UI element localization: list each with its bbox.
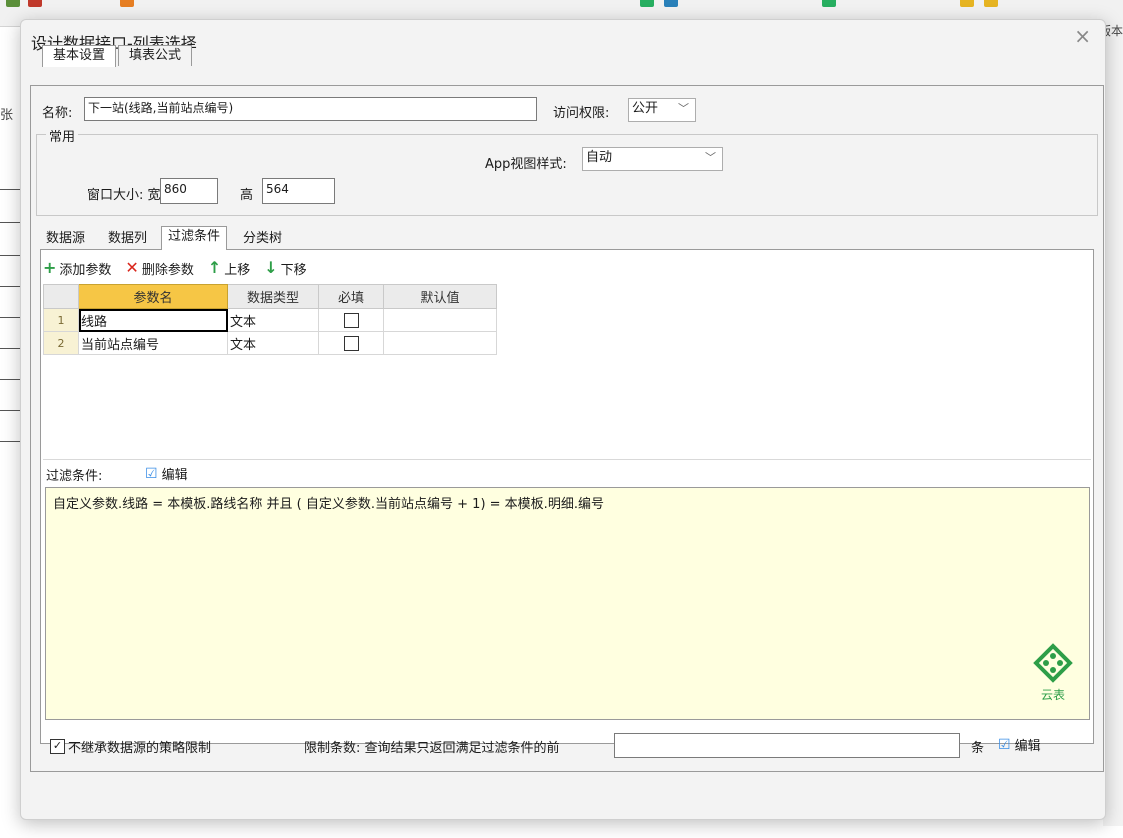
plus-icon: + <box>43 258 57 277</box>
app-view-select[interactable]: 自动 ﹀ <box>582 147 723 171</box>
logo: 云表 <box>1033 643 1073 703</box>
add-param-label: 添加参数 <box>59 262 112 278</box>
inherit-checkbox[interactable]: ✓ <box>50 739 65 754</box>
filter-label: 过滤条件: <box>46 469 103 484</box>
tab-data-source[interactable]: 数据源 <box>43 229 88 249</box>
filter-expression: 自定义参数.线路 = 本模板.路线名称 并且 ( 自定义参数.当前站点编号 + … <box>53 497 604 512</box>
access-value: 公开 <box>632 101 659 116</box>
width-input[interactable]: 860 <box>160 178 218 204</box>
table-row[interactable]: 2 当前站点编号 文本 <box>43 331 497 355</box>
tab-fill-formula[interactable]: 填表公式 <box>118 45 193 66</box>
toolbar-icon <box>984 0 998 7</box>
move-up-label: 上移 <box>224 262 251 278</box>
access-select[interactable]: 公开 ﹀ <box>628 98 696 122</box>
param-toolbar: + 添加参数 ✕ 删除参数 ↑ 上移 ↓ 下移 <box>43 257 307 279</box>
height-label: 高 <box>240 188 254 203</box>
default-value-cell[interactable] <box>383 308 497 332</box>
background-right-panel <box>1103 26 1123 826</box>
filter-edit-label: 编辑 <box>161 468 188 483</box>
param-type-cell[interactable]: 文本 <box>227 331 319 355</box>
filter-edit-button[interactable]: ☑ 编辑 <box>145 464 188 484</box>
column-header[interactable]: 必填 <box>318 284 384 309</box>
inherit-label: 不继承数据源的策略限制 <box>68 741 212 756</box>
toolbar-icon <box>120 0 134 7</box>
chevron-down-icon: ﹀ <box>678 102 689 115</box>
arrow-up-icon: ↑ <box>207 258 222 277</box>
name-label: 名称: <box>42 106 73 121</box>
limit-label: 限制条数: 查询结果只返回满足过滤条件的前 <box>304 741 560 756</box>
filter-expression-area[interactable]: 自定义参数.线路 = 本模板.路线名称 并且 ( 自定义参数.当前站点编号 + … <box>45 487 1090 720</box>
toolbar-icon <box>28 0 42 7</box>
toolbar-icon <box>822 0 836 7</box>
edit-icon: ☑ <box>998 736 1011 753</box>
limit-edit-label: 编辑 <box>1014 739 1041 754</box>
limit-edit-button[interactable]: ☑ 编辑 <box>998 735 1041 755</box>
name-input[interactable]: 下一站(线路,当前站点编号) <box>84 97 537 121</box>
move-down-button[interactable]: ↓ 下移 <box>264 259 306 278</box>
arrow-down-icon: ↓ <box>264 258 278 277</box>
tab-basic-settings[interactable]: 基本设置 <box>42 45 117 67</box>
column-header[interactable]: 参数名 <box>78 284 228 309</box>
toolbar-icon <box>6 0 20 7</box>
delete-param-button[interactable]: ✕ 删除参数 <box>125 259 193 278</box>
toolbar-icon <box>640 0 654 7</box>
move-down-label: 下移 <box>280 262 307 278</box>
close-icon[interactable]: × <box>1074 24 1091 48</box>
limit-unit-label: 条 <box>971 741 985 756</box>
app-view-value: 自动 <box>586 150 613 165</box>
app-view-label: App视图样式: <box>485 157 567 172</box>
column-header[interactable]: 默认值 <box>383 284 497 309</box>
chevron-down-icon: ﹀ <box>705 151 716 164</box>
required-checkbox[interactable] <box>343 312 359 328</box>
tab-filter-conditions[interactable]: 过滤条件 <box>161 226 228 250</box>
tab-category-tree[interactable]: 分类树 <box>240 229 285 249</box>
logo-text: 云表 <box>1040 688 1065 702</box>
param-type-cell[interactable]: 文本 <box>227 308 319 332</box>
required-checkbox[interactable] <box>343 335 359 351</box>
table-corner <box>43 284 79 309</box>
required-cell[interactable] <box>318 331 384 355</box>
edit-icon: ☑ <box>145 465 158 482</box>
delete-icon: ✕ <box>125 258 139 277</box>
background-label: 张 <box>0 108 14 123</box>
inherit-option[interactable]: ✓ 不继承数据源的策略限制 <box>50 737 211 756</box>
logo-icon <box>1033 643 1073 683</box>
tab-data-columns[interactable]: 数据列 <box>105 229 150 249</box>
default-value-cell[interactable] <box>383 331 497 355</box>
group-label: 常用 <box>46 126 79 145</box>
filter-header: 过滤条件: ☑ 编辑 <box>43 459 1091 486</box>
height-input[interactable]: 564 <box>262 178 335 204</box>
toolbar-icon <box>960 0 974 7</box>
move-up-button[interactable]: ↑ 上移 <box>208 259 250 278</box>
row-number: 1 <box>43 308 79 332</box>
param-name-cell[interactable]: 当前站点编号 <box>78 331 228 355</box>
row-number: 2 <box>43 331 79 355</box>
param-table: 参数名 数据类型 必填 默认值 1 线路 文本 2 当前站点编号 文本 <box>43 284 497 355</box>
window-size-label: 窗口大小: 宽 <box>87 188 161 203</box>
add-param-button[interactable]: + 添加参数 <box>43 259 111 278</box>
toolbar-icon <box>664 0 678 7</box>
limit-input[interactable] <box>614 733 960 758</box>
column-header[interactable]: 数据类型 <box>227 284 319 309</box>
required-cell[interactable] <box>318 308 384 332</box>
access-label: 访问权限: <box>553 106 610 121</box>
table-row[interactable]: 1 线路 文本 <box>43 308 497 332</box>
param-name-cell[interactable]: 线路 <box>78 308 228 332</box>
delete-param-label: 删除参数 <box>141 262 194 278</box>
